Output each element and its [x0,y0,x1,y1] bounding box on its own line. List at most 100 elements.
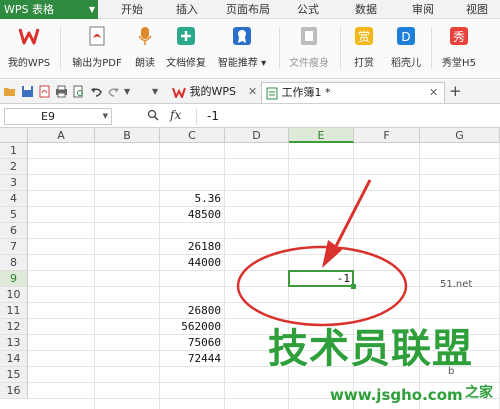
row-header-14[interactable]: 14 [0,351,28,367]
tab-home[interactable]: 开始 [121,0,143,19]
row-header-7[interactable]: 7 [0,239,28,255]
export-pdf-button[interactable]: 输出为PDF [68,23,126,75]
row-header-8[interactable]: 8 [0,255,28,271]
my-wps-label: 我的WPS [7,58,51,69]
row-header-1[interactable]: 1 [0,143,28,159]
watermark-url: www.jsgho.com [330,386,463,404]
gridline-horizontal [28,238,500,239]
my-wps-button[interactable]: 我的WPS [4,23,54,75]
svg-text:秀: 秀 [453,30,465,44]
gridline-vertical [224,143,225,409]
tab-my-wps[interactable]: 我的WPS ✕ [168,82,260,103]
cell-c4[interactable]: 5.36 [160,191,225,207]
gridline-horizontal [28,270,500,271]
column-header-f[interactable]: F [354,128,420,143]
cell-c7[interactable]: 26180 [160,239,225,255]
tab-my-wps-label: 我的WPS [189,85,237,98]
row-header-6[interactable]: 6 [0,223,28,239]
pdf-export-icon [86,25,108,47]
tab-review[interactable]: 审阅 [412,0,434,19]
reward-icon: 赏 [353,25,375,47]
column-header-d[interactable]: D [225,128,289,143]
tab-workbook1[interactable]: 工作簿1 * ✕ [261,82,445,103]
export-pdf-icon[interactable] [38,85,51,98]
close-icon[interactable]: ✕ [429,83,438,103]
cell-e9[interactable]: -1 [289,271,354,287]
formula-input[interactable]: -1 [196,108,496,125]
smart-recommend-label: 智能推荐 ▾ [217,58,267,69]
row-header-2[interactable]: 2 [0,159,28,175]
formula-bar: E9 ▼ fx -1 [0,105,500,128]
cell-c5[interactable]: 48500 [160,207,225,223]
app-menu-label: WPS 表格 [4,3,54,16]
watermark-fragment: 51.net [440,279,473,290]
column-header-g[interactable]: G [420,128,500,143]
row-header-5[interactable]: 5 [0,207,28,223]
new-tab-icon[interactable]: + [449,84,462,99]
gridline-horizontal [28,206,500,207]
row-header-10[interactable]: 10 [0,287,28,303]
column-header-b[interactable]: B [95,128,160,143]
row-header-9[interactable]: 9 [0,271,28,287]
column-header-c[interactable]: C [160,128,225,143]
redo-icon[interactable] [107,85,120,98]
cell-c8[interactable]: 44000 [160,255,225,271]
tab-formulas[interactable]: 公式 [297,0,319,19]
insert-function-button[interactable]: fx [170,108,181,122]
svg-text:赏: 赏 [358,30,370,44]
row-header-4[interactable]: 4 [0,191,28,207]
repair-icon [175,25,197,47]
wps-logo-icon [18,25,40,47]
gridline-horizontal [28,190,500,191]
row-header-13[interactable]: 13 [0,335,28,351]
read-aloud-label: 朗读 [135,58,155,69]
row-header-12[interactable]: 12 [0,319,28,335]
file-slim-button[interactable]: 文件瘦身 [285,23,333,75]
reward-button[interactable]: 赏 打赏 [349,23,379,75]
select-all-corner[interactable] [0,128,28,143]
zoom-search-icon[interactable] [147,109,159,124]
tabs-dropdown-icon[interactable]: ▼ [152,85,165,98]
cell-c14[interactable]: 72444 [160,351,225,367]
xiutang-button[interactable]: 秀 秀堂H5 [438,23,480,75]
tab-insert[interactable]: 插入 [176,0,198,19]
column-header-e[interactable]: E [289,128,354,143]
xiutang-icon: 秀 [448,25,470,47]
tab-page-layout[interactable]: 页面布局 [226,0,270,19]
quick-access-bar: ▼ ▼ 我的WPS ✕ 工作簿1 * ✕ + [0,80,500,104]
read-aloud-button[interactable]: 朗读 [130,23,160,75]
open-folder-icon[interactable] [3,85,16,98]
row-header-3[interactable]: 3 [0,175,28,191]
print-preview-icon[interactable] [72,85,85,98]
row-header-16[interactable]: 16 [0,383,28,399]
doc-repair-button[interactable]: 文档修复 [163,23,209,75]
row-header-15[interactable]: 15 [0,367,28,383]
gridline-vertical [94,143,95,409]
ribbon-divider [340,27,341,69]
close-icon[interactable]: ✕ [248,82,257,102]
cell-c12[interactable]: 562000 [160,319,225,335]
docer-label: 稻壳儿 [391,58,421,69]
save-icon[interactable] [21,85,34,98]
customize-dropdown-icon[interactable]: ▼ [124,85,137,98]
tab-data[interactable]: 数据 [355,0,377,19]
smart-recommend-button[interactable]: 智能推荐 ▾ [214,23,270,75]
tab-workbook1-label: 工作簿1 * [281,86,331,99]
row-header-11[interactable]: 11 [0,303,28,319]
tab-view[interactable]: 视图 [466,0,488,19]
doc-repair-label: 文档修复 [166,58,206,69]
docer-icon: D [395,25,417,47]
docer-button[interactable]: D 稻壳儿 [386,23,426,75]
name-box[interactable]: E9 ▼ [4,108,112,125]
column-header-a[interactable]: A [28,128,95,143]
ribbon-toolbar: 我的WPS 输出为PDF 朗读 文档修复 智能推荐 ▾ 文件瘦身 赏 打赏 D … [0,19,500,79]
gridline-vertical [159,143,160,409]
ribbon-divider [279,27,280,69]
undo-icon[interactable] [90,85,103,98]
print-icon[interactable] [55,85,68,98]
microphone-icon [134,25,156,47]
cell-c13[interactable]: 75060 [160,335,225,351]
gridline-horizontal [28,174,500,175]
app-menu-button[interactable]: WPS 表格 ▼ [0,0,98,19]
cell-c11[interactable]: 26800 [160,303,225,319]
